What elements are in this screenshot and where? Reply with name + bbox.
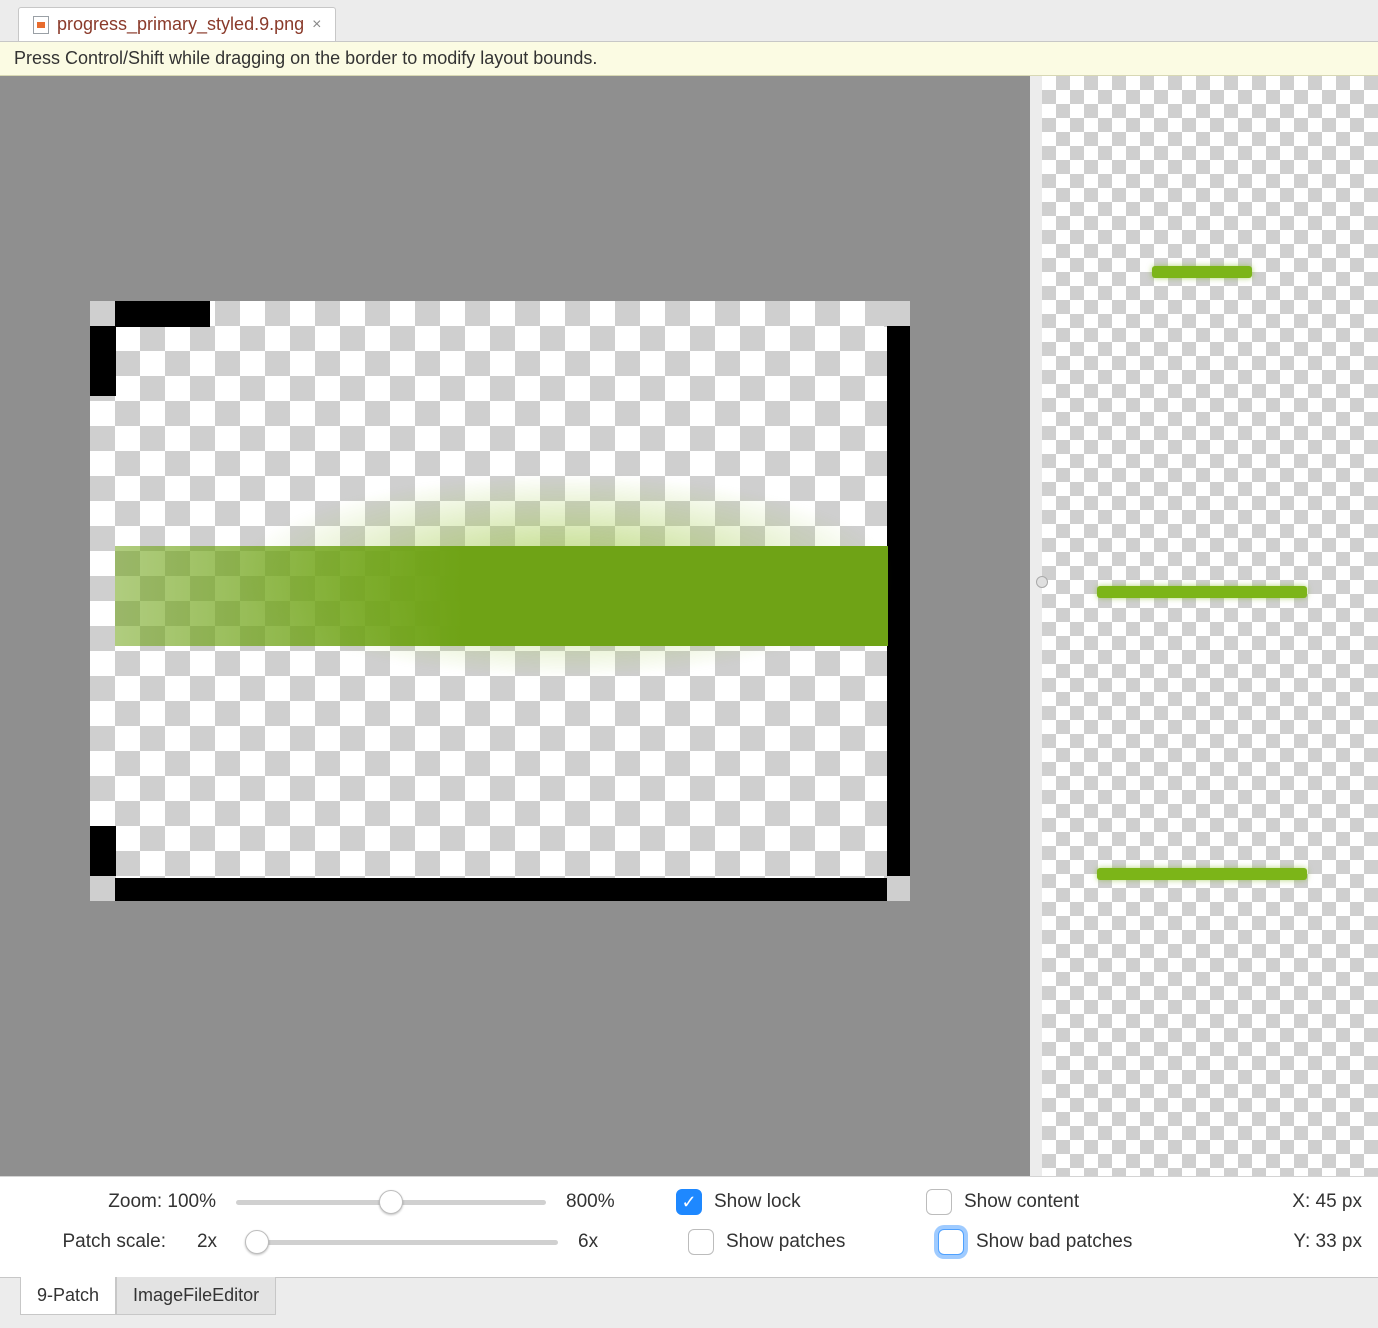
patch-marker-top[interactable] <box>115 301 210 327</box>
show-patches-checkbox[interactable] <box>688 1229 714 1255</box>
show-content-label: Show content <box>964 1191 1079 1213</box>
coord-y: Y: 33 px <box>1242 1231 1362 1253</box>
file-tab-label: progress_primary_styled.9.png <box>57 14 304 35</box>
patch-corner <box>90 301 116 327</box>
preview-progress-bar <box>1097 586 1307 598</box>
workspace <box>0 76 1378 1176</box>
bottom-tab-bar: 9-Patch ImageFileEditor <box>0 1277 1378 1325</box>
preview-progress-bar <box>1152 266 1252 278</box>
zoom-max-label: 800% <box>566 1191 636 1213</box>
patch-scale-slider-thumb[interactable] <box>245 1230 269 1254</box>
tab-9patch[interactable]: 9-Patch <box>20 1277 116 1315</box>
show-lock-label: Show lock <box>714 1191 801 1213</box>
patch-scale-min: 2x <box>186 1231 228 1253</box>
show-bad-patches-label: Show bad patches <box>976 1231 1132 1253</box>
show-patches-label: Show patches <box>726 1231 845 1253</box>
show-bad-patches-checkbox[interactable] <box>938 1229 964 1255</box>
patch-corner <box>884 301 910 327</box>
ninepatch-image[interactable] <box>90 301 910 901</box>
show-content-checkbox[interactable] <box>926 1189 952 1215</box>
preview-pane <box>1030 76 1378 1176</box>
coord-x: X: 45 px <box>1242 1191 1362 1213</box>
patch-scale-label: Patch scale: <box>16 1231 166 1253</box>
patch-corner <box>884 875 910 901</box>
patch-scale-max: 6x <box>578 1231 648 1253</box>
file-tab[interactable]: progress_primary_styled.9.png × <box>18 7 336 41</box>
zoom-slider-thumb[interactable] <box>379 1190 403 1214</box>
patch-marker-left[interactable] <box>90 826 116 876</box>
editor-canvas[interactable] <box>0 76 1030 1176</box>
show-lock-checkbox[interactable]: ✓ <box>676 1189 702 1215</box>
controls-panel: Zoom: 100% 800% ✓ Show lock Show content… <box>0 1176 1378 1277</box>
patch-marker-right[interactable] <box>887 326 910 876</box>
tab-image-file-editor[interactable]: ImageFileEditor <box>116 1277 276 1315</box>
preview-progress-bar <box>1097 868 1307 880</box>
preview-splitter-handle[interactable] <box>1036 576 1048 588</box>
preview-area[interactable] <box>1042 76 1378 1176</box>
image-progress-bar <box>115 546 888 646</box>
patch-marker-bottom[interactable] <box>115 878 887 901</box>
patch-marker-left[interactable] <box>90 326 116 396</box>
file-icon <box>33 16 49 34</box>
zoom-slider[interactable] <box>236 1200 546 1205</box>
hint-banner: Press Control/Shift while dragging on th… <box>0 42 1378 76</box>
patch-scale-slider[interactable] <box>248 1240 558 1245</box>
zoom-label: Zoom: 100% <box>16 1191 216 1213</box>
file-tab-bar: progress_primary_styled.9.png × <box>0 0 1378 42</box>
close-icon[interactable]: × <box>312 16 321 34</box>
patch-corner <box>90 875 116 901</box>
